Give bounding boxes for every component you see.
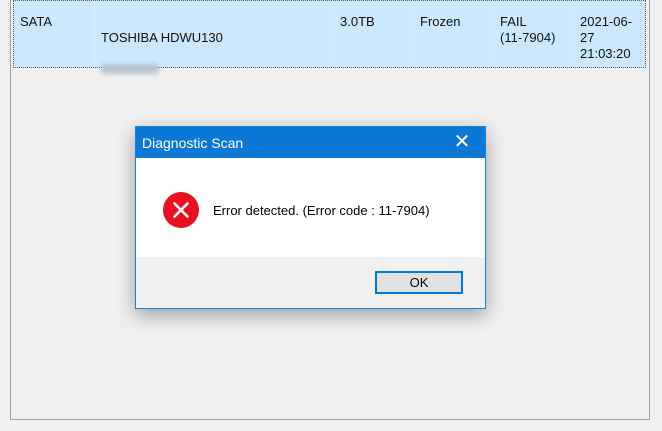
dialog-body: Error detected. (Error code : 11-7904) (136, 158, 485, 257)
cell-result: FAIL (11-7904) (500, 14, 556, 45)
table-row[interactable]: SATA TOSHIBA HDWU130 3.0TB Frozen FAIL (… (13, 0, 646, 74)
close-icon: ✕ (453, 131, 471, 153)
dialog-title: Diagnostic Scan (142, 135, 244, 151)
serial-redacted (101, 64, 159, 74)
cell-model: TOSHIBA HDWU130 (95, 1, 333, 74)
app-window: SATA TOSHIBA HDWU130 3.0TB Frozen FAIL (… (0, 0, 662, 431)
close-button[interactable]: ✕ (439, 127, 485, 158)
dialog-title-bar[interactable]: Diagnostic Scan ✕ (136, 127, 485, 158)
cell-capacity: 3.0TB (340, 14, 375, 29)
ok-button[interactable]: OK (375, 271, 463, 294)
error-icon (163, 192, 199, 228)
model-text: TOSHIBA HDWU130 (101, 30, 223, 45)
diagnostic-scan-dialog: Diagnostic Scan ✕ Error detected. (Error… (135, 126, 486, 309)
cell-status: Frozen (420, 14, 461, 29)
cell-interface: SATA (20, 14, 53, 29)
error-message: Error detected. (Error code : 11-7904) (213, 203, 430, 218)
dialog-footer: OK (136, 257, 485, 308)
cell-datetime: 2021-06-27 21:03:20 (580, 14, 633, 61)
